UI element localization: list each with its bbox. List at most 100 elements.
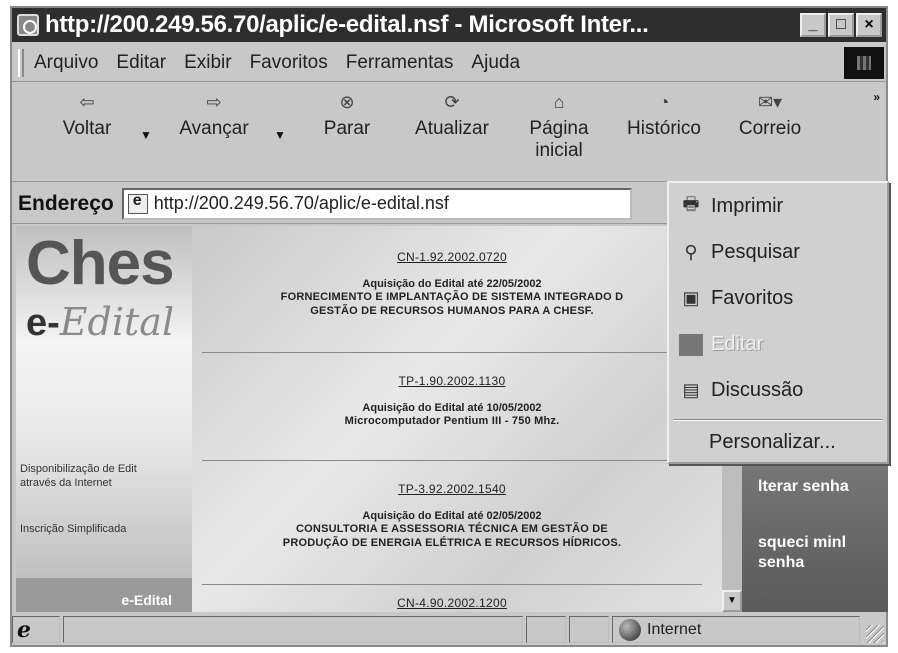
back-button[interactable]: ⇦ Voltar [52,90,122,140]
edital-code-link[interactable]: CN-1.92.2002.0720 [192,250,712,264]
printer-icon: 🖶 [682,193,700,214]
history-button[interactable]: ◔ Histórico [616,90,712,140]
menu-item-label: Favoritos [711,287,794,309]
editais-list: CN-1.92.2002.0720 Aquisição do Edital at… [192,226,742,612]
status-ie-cell: e [12,616,60,643]
edital-item: TP-3.92.2002.1540 Aquisição do Edital at… [192,482,712,550]
refresh-icon: ⟳ [444,92,460,112]
refresh-label: Atualizar [415,118,489,139]
left-nav-panel: Ches e-Edital Disponibilização de Edit a… [16,226,192,612]
window-controls: _ □ × [800,13,882,37]
status-cell [526,616,566,643]
address-label: Endereço [18,191,114,215]
history-label: Histórico [627,118,701,139]
toolbar-dropdown-menu: 🖶 Imprimir ⚲ Pesquisar ▣ Favoritos Edita… [667,181,889,464]
discussion-icon: ▤ [682,380,700,400]
menu-item-label: Editar [711,333,764,355]
edit-icon [679,333,703,356]
standard-toolbar: ⇦ Voltar ▼ ⇨ Avançar ▼ ⊗ Parar ⟳ Atualiz… [12,84,886,182]
edital-deadline: Aquisição do Edital até 10/05/2002 [362,402,542,414]
menu-item-label: Pesquisar [711,241,800,263]
menu-item-personalizar[interactable]: Personalizar... [709,431,836,454]
menu-item-label: Imprimir [711,195,784,217]
divider [202,460,702,461]
menu-item-favoritos[interactable]: ▣ Favoritos [679,287,793,310]
ie-app-icon[interactable] [17,14,39,36]
edital-item: CN-1.92.2002.0720 Aquisição do Edital at… [192,250,712,318]
esqueci-senha-link-2[interactable]: senha [758,554,804,572]
menu-item-pesquisar[interactable]: ⚲ Pesquisar [679,241,800,264]
menu-item-label: Discussão [711,379,804,401]
edital-item: CN-4.90.2002.1200 [192,596,712,610]
search-icon: ⚲ [684,242,698,262]
menu-exibir[interactable]: Exibir [184,52,232,74]
e-edital-footer: e-Edital [16,578,192,612]
ie-logo-icon: e [17,616,31,643]
nav-link-internet[interactable]: através da Internet [20,476,112,490]
home-button[interactable]: ⌂ Página inicial [516,90,602,162]
edital-logo: e-Edital [26,300,174,345]
windows-logo-icon [844,47,884,79]
home-label-2: inicial [535,140,583,161]
divider [202,352,702,353]
right-side-panel: lterar senha squeci minl senha [742,448,888,612]
status-bar: e Internet [12,614,886,645]
menu-ajuda[interactable]: Ajuda [471,52,520,74]
menu-editar[interactable]: Editar [116,52,166,74]
toolbar-more-chevron[interactable]: » [873,90,880,104]
security-zone-label: Internet [647,620,702,638]
menu-item-imprimir[interactable]: 🖶 Imprimir [679,193,784,218]
mail-button[interactable]: ✉▾ Correio [728,90,812,140]
mail-icon: ✉▾ [757,92,783,112]
close-button[interactable]: × [856,13,882,37]
chesf-logo-text: Ches [26,229,175,298]
home-label-1: Página [529,118,589,139]
resize-grip-icon[interactable] [866,625,884,643]
nav-link-disponibilizacao[interactable]: Disponibilização de Edit [20,462,137,476]
divider [202,584,702,585]
history-globe-icon: ◔ [658,92,670,112]
mail-label: Correio [738,118,802,139]
forward-button[interactable]: ⇨ Avançar [170,90,258,140]
forward-label: Avançar [179,118,249,139]
maximize-button[interactable]: □ [828,13,854,37]
address-url: http://200.249.56.70/aplic/e-edital.nsf [153,193,449,213]
stop-button[interactable]: ⊗ Parar [312,90,382,140]
esqueci-senha-link[interactable]: squeci minl [758,534,846,552]
menu-favoritos[interactable]: Favoritos [250,52,328,74]
menu-grip[interactable] [18,48,24,77]
forward-dropdown-icon[interactable]: ▼ [274,128,286,142]
logo-edital-text: Edital [59,300,175,344]
edital-description: FORNECIMENTO E IMPLANTAÇÃO DE SISTEMA IN… [280,291,624,303]
edital-description: PRODUÇÃO DE ENERGIA ELÉTRICA E RECURSOS … [282,537,622,549]
edital-deadline: Aquisição do Edital até 02/05/2002 [362,510,542,522]
menu-item-editar: Editar [679,333,763,356]
status-cell [569,616,609,643]
edital-code-link[interactable]: CN-4.90.2002.1200 [192,596,712,610]
menu-arquivo[interactable]: Arquivo [34,52,98,74]
forward-arrow-icon: ⇨ [206,92,222,112]
edital-code-link[interactable]: TP-1.90.2002.1130 [192,374,712,388]
favorites-folder-icon: ▣ [682,288,700,308]
stop-icon: ⊗ [339,92,355,112]
refresh-button[interactable]: ⟳ Atualizar [404,90,500,140]
stop-label: Parar [323,118,371,139]
minimize-button[interactable]: _ [800,13,826,37]
edital-description: GESTÃO DE RECURSOS HUMANOS PARA A CHESF. [310,305,594,317]
back-dropdown-icon[interactable]: ▼ [140,128,152,142]
window-title: http://200.249.56.70/aplic/e-edital.nsf … [45,11,649,38]
page-content: Ches e-Edital Disponibilização de Edit a… [16,226,742,612]
edital-description: CONSULTORIA E ASSESSORIA TÉCNICA EM GEST… [296,523,608,535]
nav-link-inscricao[interactable]: Inscrição Simplificada [20,522,126,536]
title-bar[interactable]: http://200.249.56.70/aplic/e-edital.nsf … [12,8,886,42]
edital-code-link[interactable]: TP-3.92.2002.1540 [192,482,712,496]
security-zone-cell: Internet [612,616,860,643]
edital-item: TP-1.90.2002.1130 Aquisição do Edital at… [192,374,712,428]
status-message-cell [63,616,523,643]
scroll-down-arrow-icon[interactable]: ▼ [722,590,742,612]
address-input[interactable]: http://200.249.56.70/aplic/e-edital.nsf [121,187,632,220]
alterar-senha-link[interactable]: lterar senha [758,478,849,496]
menu-ferramentas[interactable]: Ferramentas [346,52,454,74]
menu-item-discussao[interactable]: ▤ Discussão [679,379,803,402]
back-arrow-icon: ⇦ [79,92,95,112]
